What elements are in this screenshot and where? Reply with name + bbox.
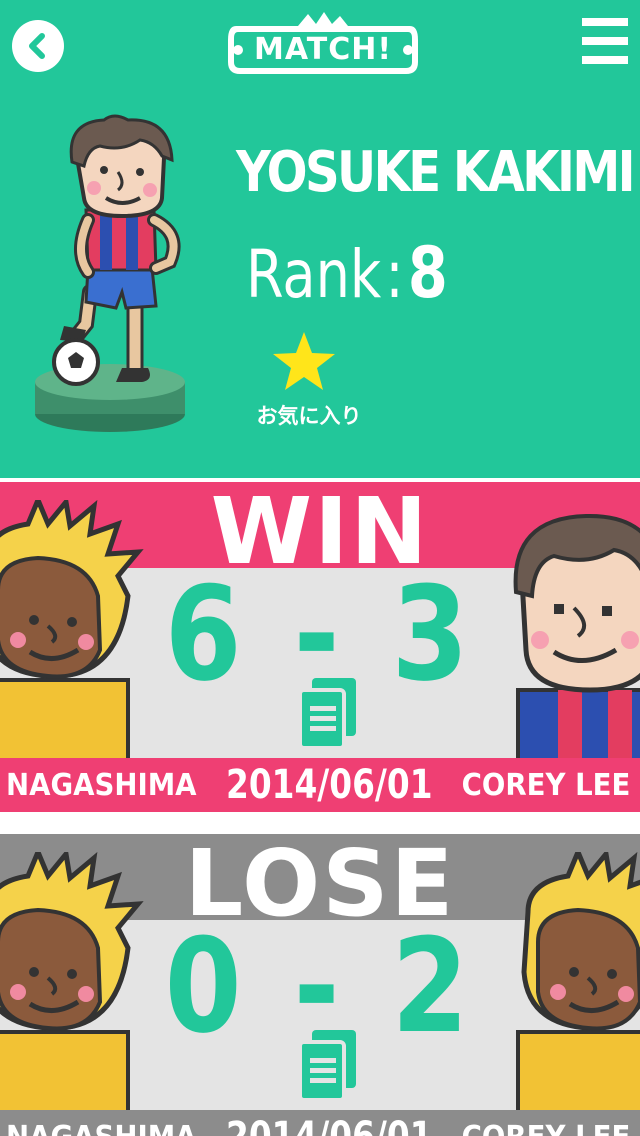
match-card-lose[interactable]: LOSE 0 - 2 NAGASHIMA 2014/06/01 COREY LE [0, 830, 640, 1136]
document-icon[interactable] [296, 1030, 360, 1104]
match-card-win[interactable]: WIN 6 - 3 NAGASHIMA 2014/06/01 COREY LEE [0, 478, 640, 812]
match-date: 2014/06/01 [226, 1114, 433, 1136]
star-icon [273, 332, 335, 390]
rank-value: 8 [407, 232, 448, 314]
left-player-name: NAGASHIMA [6, 768, 197, 803]
rank-label: Rank [246, 236, 382, 313]
right-player-name: COREY LEE [461, 1120, 630, 1136]
right-player-name: COREY LEE [461, 768, 630, 803]
match-date: 2014/06/01 [226, 762, 433, 808]
rank-row: Rank : 8 [246, 232, 448, 314]
rank-separator: : [385, 236, 404, 313]
left-player-name: NAGASHIMA [6, 1120, 197, 1136]
menu-button[interactable] [582, 18, 628, 64]
player-name: YOSUKE KAKIMI [236, 140, 636, 205]
opponent-avatar-left [0, 500, 144, 800]
app-logo: MATCH! [228, 8, 418, 74]
chevron-left-icon [29, 33, 45, 59]
document-icon[interactable] [296, 678, 360, 752]
back-button[interactable] [12, 20, 64, 72]
profile-header: MATCH! YOSUKE KAKIMI Rank: 8 お気に入り [0, 0, 640, 478]
favorite-label: お気に入り [256, 404, 362, 428]
player-illustration [35, 114, 185, 432]
opponent-avatar-right [516, 852, 640, 1136]
logo-text: MATCH! [253, 32, 392, 67]
match-footer: NAGASHIMA 2014/06/01 COREY LEE [0, 1110, 640, 1136]
opponent-avatar-left [0, 852, 144, 1136]
opponent-avatar-right [513, 513, 640, 800]
match-footer: NAGASHIMA 2014/06/01 COREY LEE [0, 758, 640, 812]
favorite-button[interactable]: お気に入り [244, 330, 374, 430]
